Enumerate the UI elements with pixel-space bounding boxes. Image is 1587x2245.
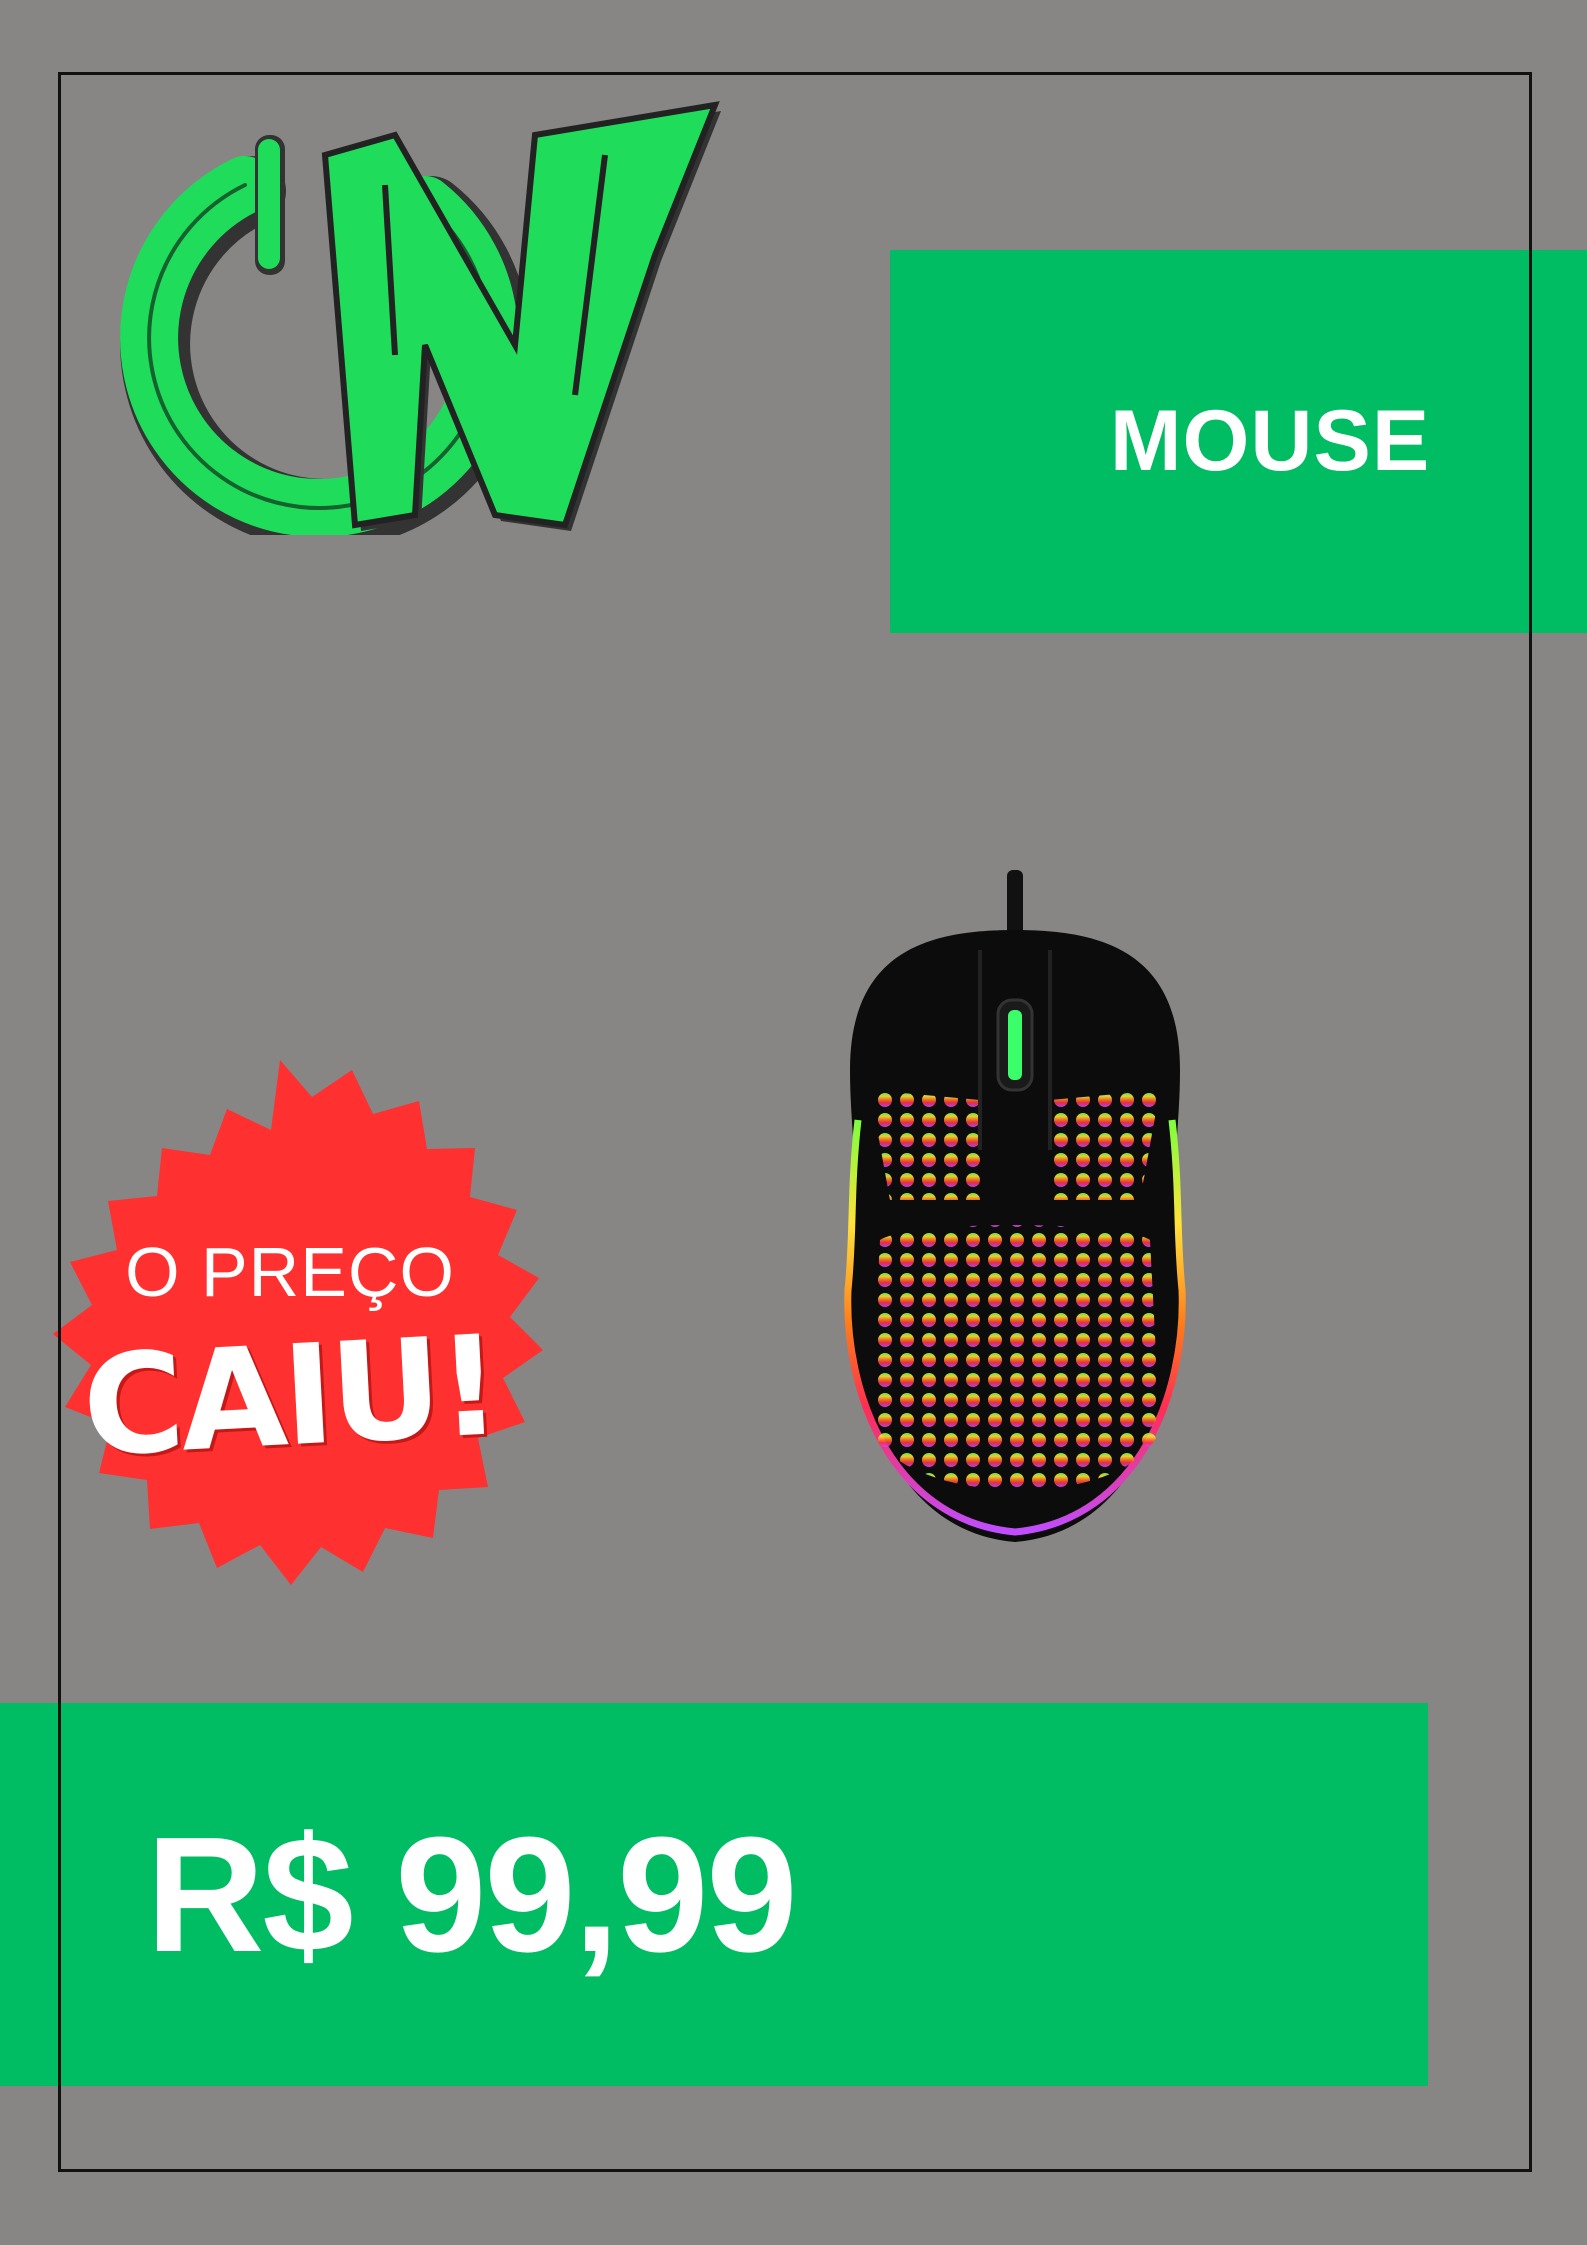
logo-text: ON (95, 95, 97, 96)
price-banner: R$ 99,99 (0, 1703, 1428, 2086)
category-label: MOUSE (1109, 393, 1431, 489)
badge-line2: CAIU! (78, 1305, 502, 1488)
price-label: R$ 99,99 (146, 1802, 798, 1986)
category-banner: MOUSE (890, 250, 1587, 633)
on-logo: ON (95, 95, 721, 535)
badge-line1: O PREÇO (125, 1233, 455, 1311)
mouse-product-image (844, 870, 1186, 1542)
